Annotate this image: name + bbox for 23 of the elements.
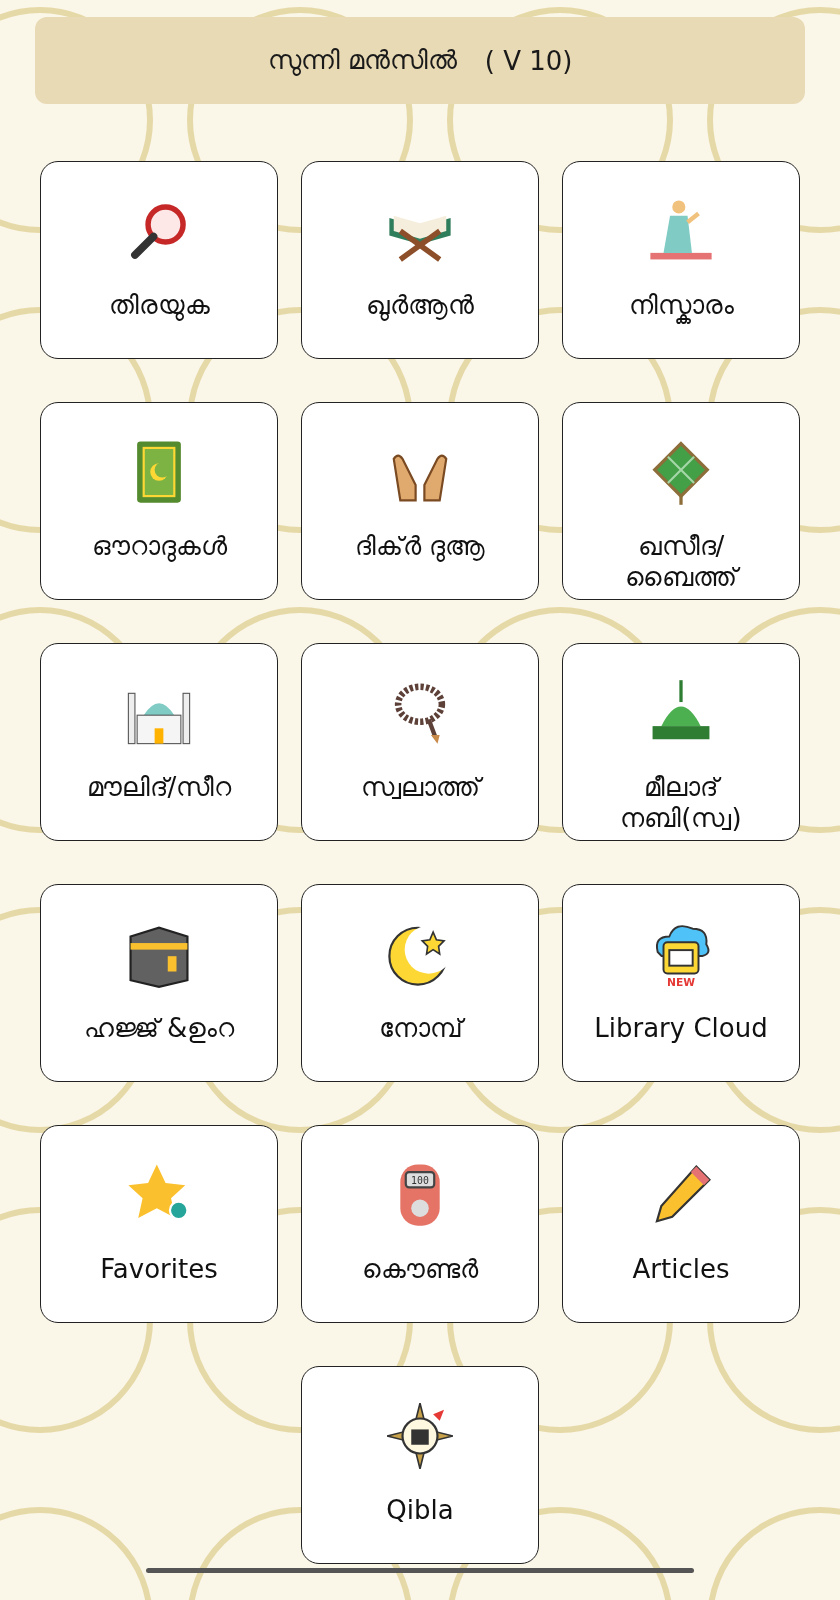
menu-tile[interactable]: ഖുർആൻ [301,161,539,359]
menu-tile[interactable]: ഹജ്ജ് &ഉംറ [40,884,278,1082]
menu-tile[interactable]: തിരയുക [40,161,278,359]
new-label: NEW [667,976,695,989]
menu-tile[interactable]: NEW Library Cloud [562,884,800,1082]
menu-tile[interactable]: സ്വലാത്ത് [301,643,539,841]
menu-tile[interactable]: ഔറാദുകൾ [40,402,278,600]
counter-reading: 100 [411,1175,429,1187]
menu-tile[interactable]: Qibla [301,1366,539,1564]
menu-tile[interactable]: മൗലിദ്/സീറ [40,643,278,841]
menu-tile[interactable]: Favorites [40,1125,278,1323]
version-label: ( V 10) [484,45,573,76]
menu-tile[interactable]: നോമ്പ് [301,884,539,1082]
compass-kaaba-icon [385,1401,455,1471]
menu-tile[interactable]: 100 കൌണ്ടർ [301,1125,539,1323]
tally-counter-icon [400,1164,440,1226]
menu-tile[interactable]: മീലാദ് നബി(സ്വ) [562,643,800,841]
cloud-folder-icon [655,925,710,975]
app-title: സുന്നി മൻസിൽ [267,45,457,76]
menu-tile[interactable]: നിസ്കാരം [562,161,800,359]
menu-tile[interactable]: Articles [562,1125,800,1323]
menu-tile[interactable]: ഖസീദ/ ബൈത്ത് [562,402,800,600]
menu-tile[interactable]: ദിക്ർ ദുആ [301,402,539,600]
